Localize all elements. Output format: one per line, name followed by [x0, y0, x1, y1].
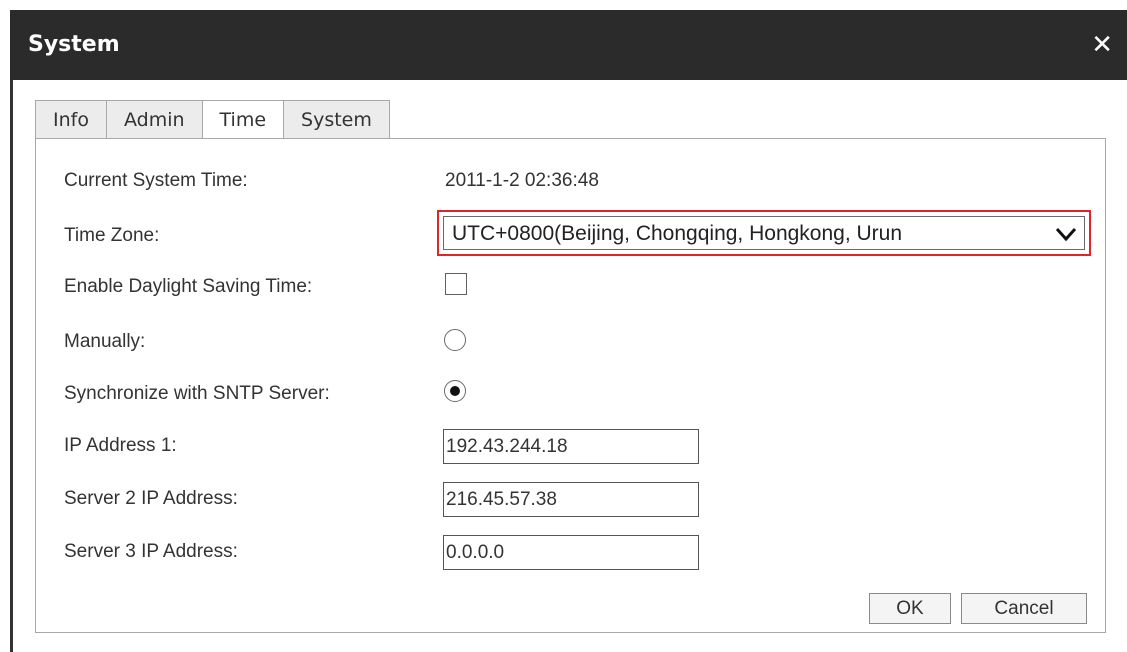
ip-address-1-input[interactable]: 192.43.244.18	[443, 429, 699, 464]
dst-checkbox[interactable]	[445, 273, 467, 295]
cancel-button[interactable]: Cancel	[961, 593, 1087, 624]
chevron-down-icon	[1055, 227, 1077, 242]
time-zone-select[interactable]: UTC+0800(Beijing, Chongqing, Hongkong, U…	[437, 210, 1091, 256]
sntp-label: Synchronize with SNTP Server:	[64, 383, 330, 404]
server-3-ip-label: Server 3 IP Address:	[64, 541, 238, 562]
window-left-border	[10, 80, 13, 652]
sntp-radio[interactable]	[444, 380, 466, 402]
window-titlebar: System ✕	[10, 10, 1127, 80]
tab-bar: Info Admin Time System	[35, 100, 390, 139]
time-zone-select-box: UTC+0800(Beijing, Chongqing, Hongkong, U…	[443, 216, 1085, 250]
tab-time[interactable]: Time	[201, 100, 284, 139]
time-zone-label: Time Zone:	[64, 225, 160, 246]
manually-radio[interactable]	[444, 329, 466, 351]
ok-button[interactable]: OK	[869, 593, 951, 624]
current-time-value: 2011-1-2 02:36:48	[445, 170, 599, 191]
dst-label: Enable Daylight Saving Time:	[64, 276, 313, 297]
ip-address-1-label: IP Address 1:	[64, 435, 177, 456]
close-icon[interactable]: ✕	[1091, 10, 1113, 80]
manually-label: Manually:	[64, 331, 146, 352]
server-2-ip-input[interactable]: 216.45.57.38	[443, 482, 699, 517]
window-title: System	[28, 32, 120, 57]
time-zone-selected-value: UTC+0800(Beijing, Chongqing, Hongkong, U…	[452, 222, 903, 245]
tab-admin[interactable]: Admin	[105, 100, 202, 139]
current-time-label: Current System Time:	[64, 170, 248, 191]
tab-system[interactable]: System	[283, 100, 390, 139]
tab-info[interactable]: Info	[35, 100, 106, 139]
server-2-ip-label: Server 2 IP Address:	[64, 488, 238, 509]
server-3-ip-input[interactable]: 0.0.0.0	[443, 535, 699, 570]
